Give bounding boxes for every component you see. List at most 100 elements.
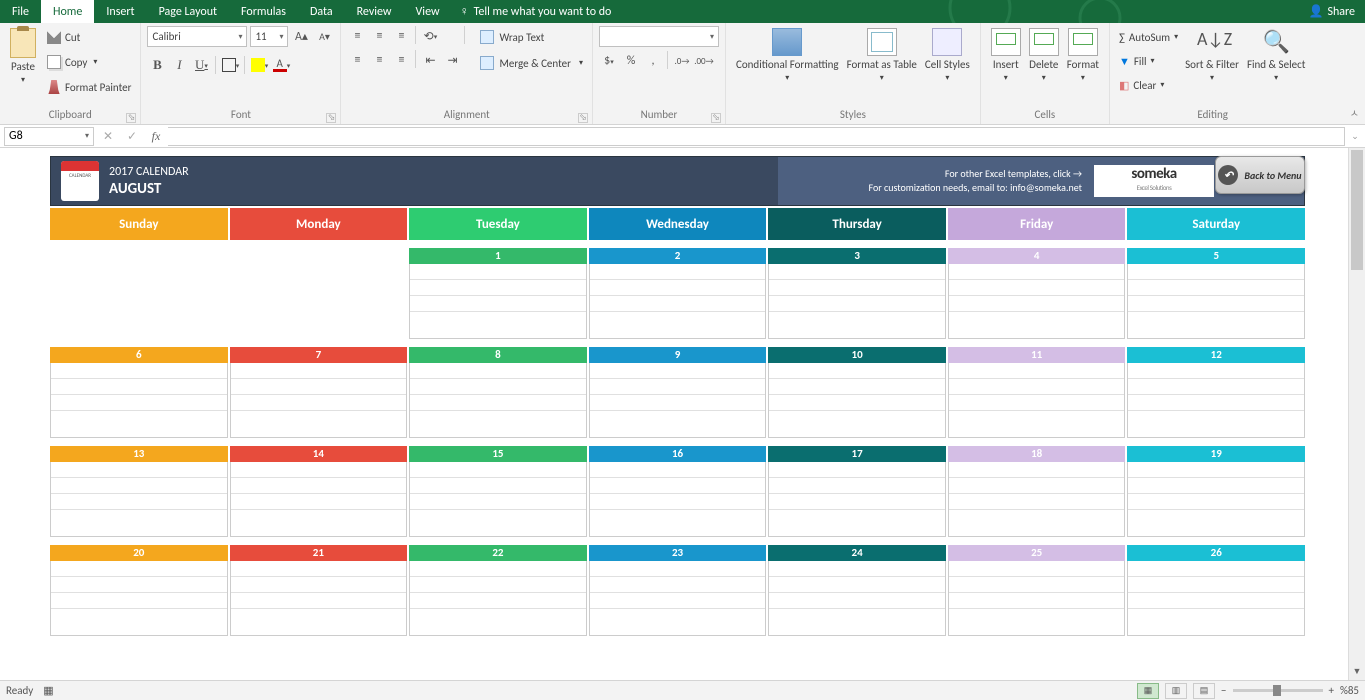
calendar-cell[interactable]: 14 xyxy=(230,446,408,537)
tab-formulas[interactable]: Formulas xyxy=(229,0,298,23)
date-body[interactable] xyxy=(589,363,767,438)
date-body[interactable] xyxy=(589,561,767,636)
date-body[interactable] xyxy=(768,264,946,339)
date-body[interactable] xyxy=(230,363,408,438)
italic-button[interactable]: I xyxy=(169,55,189,75)
calendar-cell[interactable]: 2 xyxy=(589,248,767,339)
autosum-button[interactable]: ∑AutoSum▾ xyxy=(1116,26,1181,48)
calendar-cell[interactable]: 23 xyxy=(589,545,767,636)
scroll-thumb[interactable] xyxy=(1351,150,1363,270)
align-top-button[interactable]: ≡ xyxy=(347,26,367,46)
date-body[interactable] xyxy=(948,264,1126,339)
align-middle-button[interactable]: ≡ xyxy=(369,26,389,46)
macro-icon[interactable]: ▦ xyxy=(43,684,53,697)
cell-styles-button[interactable]: Cell Styles▾ xyxy=(921,26,974,108)
date-body[interactable] xyxy=(768,561,946,636)
date-body[interactable] xyxy=(409,462,587,537)
date-body[interactable] xyxy=(948,363,1126,438)
date-body[interactable] xyxy=(409,264,587,339)
zoom-out-button[interactable]: − xyxy=(1221,684,1226,697)
cut-button[interactable]: Cut xyxy=(44,26,134,48)
calendar-cell[interactable]: 15 xyxy=(409,446,587,537)
merge-center-button[interactable]: Merge & Center▾ xyxy=(477,52,586,74)
calendar-cell[interactable]: 3 xyxy=(768,248,946,339)
date-body[interactable] xyxy=(948,462,1126,537)
sort-filter-button[interactable]: A↓ZSort & Filter▾ xyxy=(1181,26,1243,108)
zoom-slider[interactable] xyxy=(1233,689,1323,692)
calendar-cell[interactable]: 16 xyxy=(589,446,767,537)
align-left-button[interactable]: ≡ xyxy=(347,50,367,70)
date-body[interactable] xyxy=(50,462,228,537)
share-button[interactable]: 👤Share xyxy=(1308,4,1355,19)
date-body[interactable] xyxy=(1127,462,1305,537)
format-as-table-button[interactable]: Format as Table▾ xyxy=(843,26,921,108)
clear-button[interactable]: ◧Clear▾ xyxy=(1116,74,1181,96)
tab-pagelayout[interactable]: Page Layout xyxy=(147,0,229,23)
calendar-cell[interactable]: 25 xyxy=(948,545,1126,636)
page-break-view-button[interactable]: ▤ xyxy=(1193,683,1215,699)
font-launcher[interactable]: ⬂ xyxy=(326,113,336,123)
fill-button[interactable]: ▼Fill▾ xyxy=(1116,50,1181,72)
format-painter-button[interactable]: Format Painter xyxy=(44,76,134,98)
font-name-combo[interactable]: Calibri▾ xyxy=(147,26,247,47)
calendar-cell[interactable]: 9 xyxy=(589,347,767,438)
date-body[interactable] xyxy=(589,264,767,339)
calendar-cell[interactable]: 20 xyxy=(50,545,228,636)
tab-review[interactable]: Review xyxy=(345,0,404,23)
collapse-ribbon-button[interactable]: ㅅ xyxy=(1350,105,1359,120)
find-select-button[interactable]: 🔍Find & Select▾ xyxy=(1243,26,1309,108)
date-body[interactable] xyxy=(50,561,228,636)
calendar-cell[interactable]: 18 xyxy=(948,446,1126,537)
date-body[interactable] xyxy=(409,363,587,438)
calendar-cell[interactable]: 6 xyxy=(50,347,228,438)
comma-button[interactable]: , xyxy=(643,51,663,71)
number-format-combo[interactable]: ▾ xyxy=(599,26,719,47)
normal-view-button[interactable]: ▦ xyxy=(1137,683,1159,699)
bold-button[interactable]: B xyxy=(147,55,167,75)
decrease-decimal-button[interactable]: .00→ xyxy=(694,51,714,71)
wrap-text-button[interactable]: Wrap Text xyxy=(477,26,586,48)
increase-decimal-button[interactable]: .0→ xyxy=(672,51,692,71)
calendar-cell[interactable]: 24 xyxy=(768,545,946,636)
calendar-cell[interactable]: 10 xyxy=(768,347,946,438)
insert-function-button[interactable]: fx xyxy=(144,129,168,144)
date-body[interactable] xyxy=(50,363,228,438)
underline-button[interactable]: U▾ xyxy=(191,55,211,75)
page-layout-view-button[interactable]: ▥ xyxy=(1165,683,1187,699)
paste-button[interactable]: Paste▾ xyxy=(6,26,40,108)
calendar-cell[interactable]: 8 xyxy=(409,347,587,438)
calendar-cell[interactable]: 7 xyxy=(230,347,408,438)
font-color-button[interactable]: A▾ xyxy=(271,55,291,75)
date-body[interactable] xyxy=(1127,264,1305,339)
back-to-menu-button[interactable]: ↶ Back to Menu xyxy=(1215,156,1305,194)
number-launcher[interactable]: ⬂ xyxy=(711,113,721,123)
calendar-cell[interactable]: 12 xyxy=(1127,347,1305,438)
vertical-scrollbar[interactable]: ▲ ▼ xyxy=(1348,148,1365,680)
increase-indent-button[interactable]: ⇥ xyxy=(442,50,462,70)
accounting-button[interactable]: $▾ xyxy=(599,51,619,71)
date-body[interactable] xyxy=(1127,363,1305,438)
calendar-cell[interactable]: 19 xyxy=(1127,446,1305,537)
tab-insert[interactable]: Insert xyxy=(94,0,146,23)
align-right-button[interactable]: ≡ xyxy=(391,50,411,70)
date-body[interactable] xyxy=(768,462,946,537)
calendar-cell[interactable]: 5 xyxy=(1127,248,1305,339)
fill-color-button[interactable]: ▾ xyxy=(249,55,269,75)
date-body[interactable] xyxy=(589,462,767,537)
font-size-combo[interactable]: 11▾ xyxy=(250,26,288,47)
date-body[interactable] xyxy=(230,561,408,636)
tab-file[interactable]: File xyxy=(0,0,41,23)
cancel-formula-button[interactable]: ✕ xyxy=(96,129,120,144)
date-body[interactable] xyxy=(768,363,946,438)
expand-formula-button[interactable]: ⌄ xyxy=(1345,131,1365,142)
zoom-level[interactable]: %85 xyxy=(1340,684,1359,697)
calendar-cell[interactable]: 4 xyxy=(948,248,1126,339)
calendar-cell[interactable]: 11 xyxy=(948,347,1126,438)
calendar-cell[interactable]: 21 xyxy=(230,545,408,636)
scroll-down-button[interactable]: ▼ xyxy=(1349,664,1365,680)
calendar-cell[interactable]: 17 xyxy=(768,446,946,537)
orientation-button[interactable]: ⟲▾ xyxy=(420,26,440,46)
calendar-cell[interactable]: 22 xyxy=(409,545,587,636)
border-button[interactable]: ▾ xyxy=(220,55,240,75)
tab-view[interactable]: View xyxy=(404,0,452,23)
